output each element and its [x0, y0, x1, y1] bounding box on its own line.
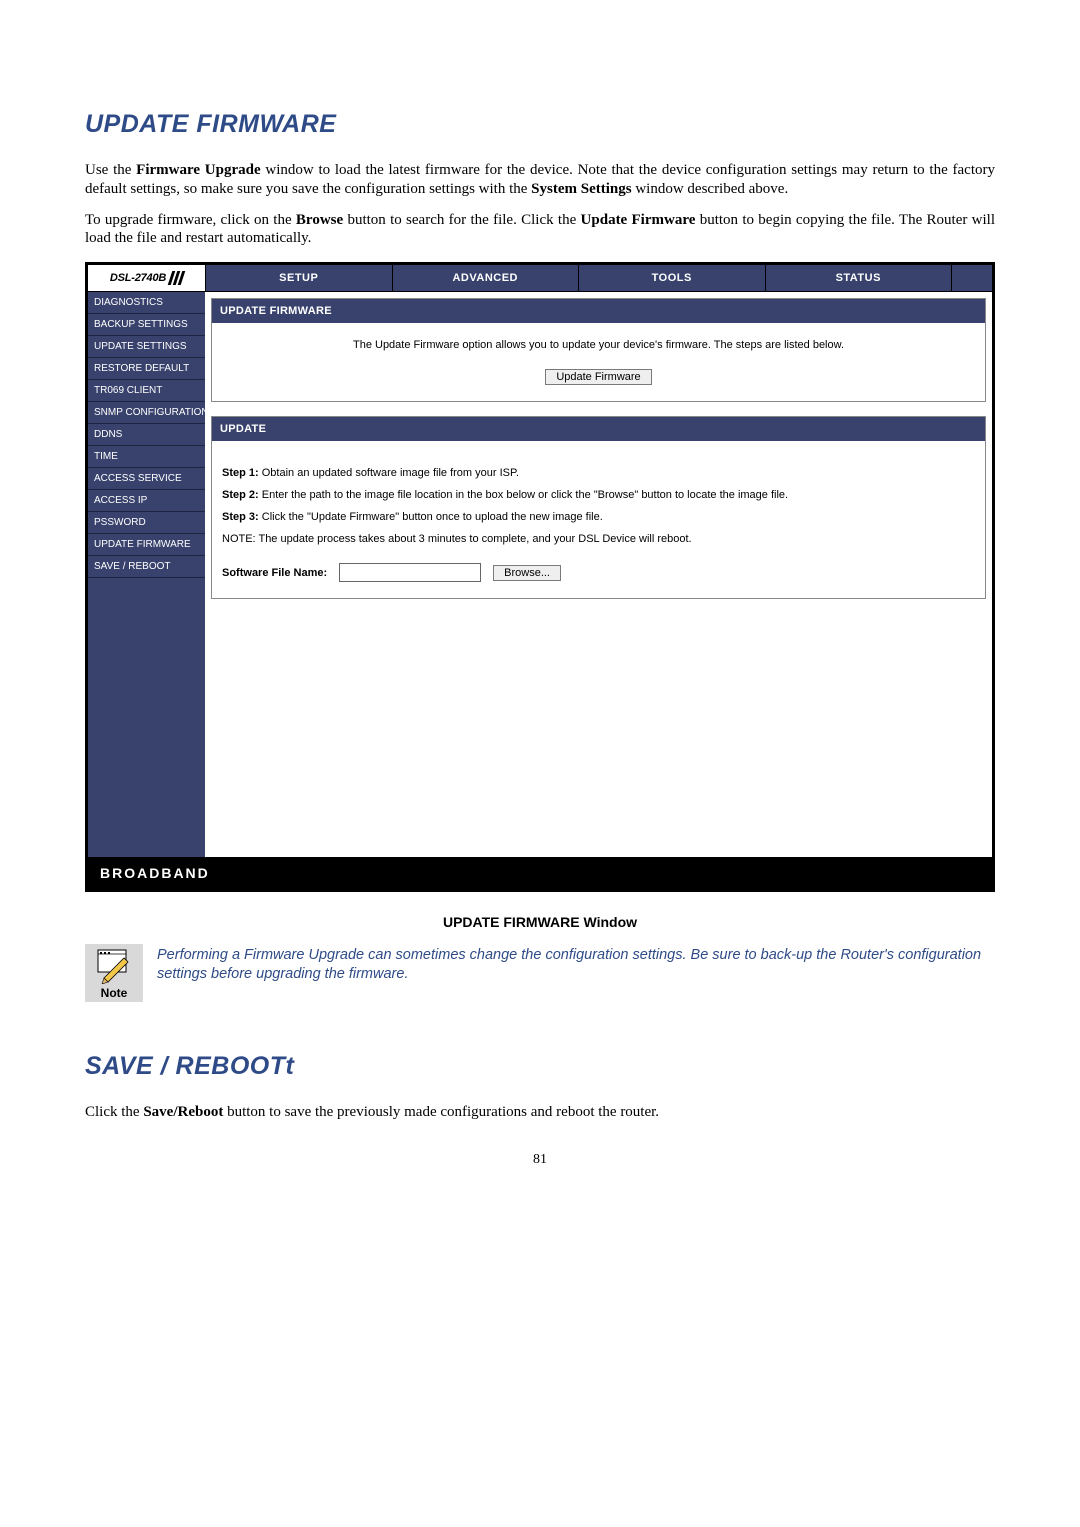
step-3: Step 3: Click the "Update Firmware" butt…: [222, 511, 975, 523]
tab-setup[interactable]: SETUP: [205, 265, 392, 291]
file-name-input[interactable]: [339, 563, 481, 582]
note-icon-wrap: Note: [85, 944, 143, 1002]
top-tabs: SETUP ADVANCED TOOLS STATUS: [205, 265, 992, 291]
text: To upgrade firmware, click on the: [85, 212, 296, 228]
text-bold: Save/Reboot: [143, 1104, 223, 1120]
figure-caption: UPDATE FIRMWARE Window: [85, 914, 995, 930]
panel-description: The Update Firmware option allows you to…: [222, 339, 975, 351]
text-bold: Update Firmware: [581, 212, 696, 228]
note-label: Note: [89, 986, 139, 1000]
model-slashes-icon: [170, 271, 183, 285]
step-text: Obtain an updated software image file fr…: [259, 467, 519, 479]
step-1: Step 1: Obtain an updated software image…: [222, 467, 975, 479]
sidebar-item-time[interactable]: TIME: [88, 446, 205, 468]
tab-blank: [951, 265, 992, 291]
step-text: Enter the path to the image file locatio…: [259, 489, 788, 501]
sidebar-item-access-ip[interactable]: ACCESS IP: [88, 490, 205, 512]
sidebar-item-restore-default[interactable]: RESTORE DEFAULT: [88, 358, 205, 380]
text-bold: System Settings: [531, 181, 631, 197]
section-heading-update-firmware: UPDATE FIRMWARE: [85, 110, 995, 139]
side-nav: DIAGNOSTICS BACKUP SETTINGS UPDATE SETTI…: [88, 292, 205, 857]
page-number: 81: [85, 1152, 995, 1168]
sidebar-item-access-service[interactable]: ACCESS SERVICE: [88, 468, 205, 490]
file-row: Software File Name: Browse...: [222, 563, 975, 582]
sidebar-item-save-reboot[interactable]: SAVE / REBOOT: [88, 556, 205, 578]
sidebar-item-backup-settings[interactable]: BACKUP SETTINGS: [88, 314, 205, 336]
sidebar-item-password[interactable]: PSSWORD: [88, 512, 205, 534]
tab-tools[interactable]: TOOLS: [578, 265, 765, 291]
panel-header: UPDATE FIRMWARE: [212, 299, 985, 323]
panel-header: UPDATE: [212, 417, 985, 441]
panel-body: Step 1: Obtain an updated software image…: [212, 441, 985, 598]
text-bold: Browse: [296, 212, 343, 228]
panel-body: The Update Firmware option allows you to…: [212, 323, 985, 401]
panel-update-firmware: UPDATE FIRMWARE The Update Firmware opti…: [211, 298, 986, 402]
sidebar-item-ddns[interactable]: DDNS: [88, 424, 205, 446]
note-line: NOTE: The update process takes about 3 m…: [222, 533, 975, 545]
note-text: Performing a Firmware Upgrade can someti…: [157, 944, 995, 984]
note-pencil-icon: [94, 948, 134, 984]
step-label: Step 3:: [222, 511, 259, 523]
text: button to search for the file. Click the: [343, 212, 580, 228]
sidebar-item-update-firmware[interactable]: UPDATE FIRMWARE: [88, 534, 205, 556]
save-reboot-paragraph: Click the Save/Reboot button to save the…: [85, 1103, 995, 1122]
step-2: Step 2: Enter the path to the image file…: [222, 489, 975, 501]
tab-advanced[interactable]: ADVANCED: [392, 265, 579, 291]
intro-paragraph-1: Use the Firmware Upgrade window to load …: [85, 161, 995, 199]
text-bold: Firmware Upgrade: [136, 162, 260, 178]
sidebar-item-tr069-client[interactable]: TR069 CLIENT: [88, 380, 205, 402]
step-text: Click the "Update Firmware" button once …: [259, 511, 603, 523]
text: window described above.: [632, 181, 789, 197]
text: Click the: [85, 1104, 143, 1120]
router-top-bar: DSL-2740B SETUP ADVANCED TOOLS STATUS: [88, 265, 992, 292]
model-badge: DSL-2740B: [88, 265, 205, 291]
panel-update: UPDATE Step 1: Obtain an updated softwar…: [211, 416, 986, 599]
intro-paragraph-2: To upgrade firmware, click on the Browse…: [85, 211, 995, 249]
browse-button[interactable]: Browse...: [493, 565, 561, 581]
tab-status[interactable]: STATUS: [765, 265, 952, 291]
text: button to save the previously made confi…: [223, 1104, 659, 1120]
broadband-footer: BROADBAND: [88, 857, 992, 889]
sidebar-item-snmp-configuration[interactable]: SNMP CONFIGURATION: [88, 402, 205, 424]
router-ui-frame: DSL-2740B SETUP ADVANCED TOOLS STATUS DI…: [85, 262, 995, 892]
model-text: DSL-2740B: [110, 272, 166, 284]
content-area: UPDATE FIRMWARE The Update Firmware opti…: [205, 292, 992, 857]
step-label: Step 1:: [222, 467, 259, 479]
sidebar-item-diagnostics[interactable]: DIAGNOSTICS: [88, 292, 205, 314]
sidebar-item-update-settings[interactable]: UPDATE SETTINGS: [88, 336, 205, 358]
section-heading-save-reboot: SAVE / REBOOTt: [85, 1052, 995, 1081]
note-block: Note Performing a Firmware Upgrade can s…: [85, 944, 995, 1002]
text: Use the: [85, 162, 136, 178]
router-body: DIAGNOSTICS BACKUP SETTINGS UPDATE SETTI…: [88, 292, 992, 857]
file-name-label: Software File Name:: [222, 567, 327, 579]
step-label: Step 2:: [222, 489, 259, 501]
update-firmware-button[interactable]: Update Firmware: [545, 369, 651, 385]
